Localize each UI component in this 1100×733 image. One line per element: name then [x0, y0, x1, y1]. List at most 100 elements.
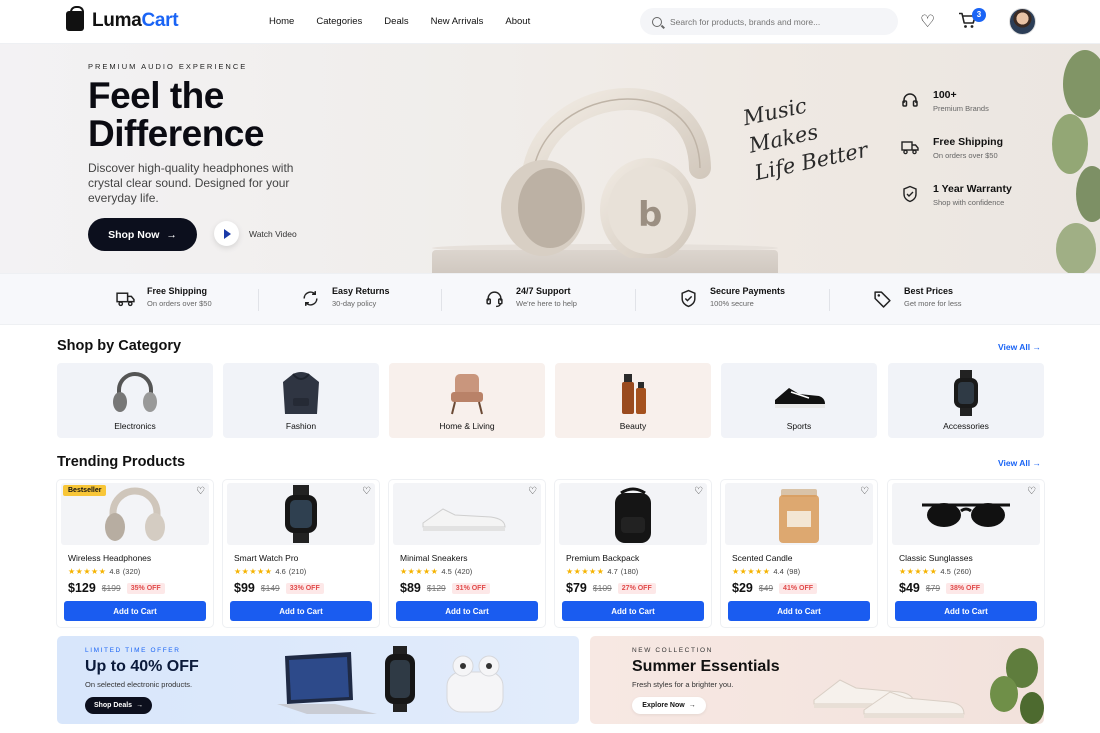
headphones-icon	[902, 93, 918, 107]
logo[interactable]: LumaCart	[66, 6, 179, 32]
add-to-cart-button[interactable]: Add to Cart	[230, 601, 372, 621]
brand-name: LumaCart	[92, 10, 179, 31]
features-strip: Free Shipping On orders over $50 Easy Ret…	[0, 273, 1100, 325]
product-card[interactable]: Bestseller ♡ Wireless Headphones ★★★★★ 4.…	[57, 480, 213, 627]
strip-secure-payments: Secure Payments 100% secure	[679, 286, 785, 308]
hero-feature-warranty: 1 Year Warranty Shop with confidence	[901, 183, 1012, 207]
product-card[interactable]: ♡ Premium Backpack ★★★★★ 4.7 (180) $79 $109…	[555, 480, 711, 627]
product-name: Wireless Headphones	[68, 553, 152, 563]
sneakers-image	[813, 648, 1044, 724]
wishlist-heart-icon[interactable]: ♡	[694, 487, 703, 497]
promo-banner-summer[interactable]: NEW COLLECTION Summer Essentials Fresh s…	[590, 636, 1044, 724]
nav-deals[interactable]: Deals	[384, 16, 408, 27]
product-image	[393, 483, 541, 545]
headphones-image: b	[501, 88, 711, 258]
watch-icon	[285, 485, 317, 543]
product-image	[227, 483, 375, 545]
product-rating: ★★★★★ 4.8 (320)	[68, 567, 141, 576]
divider	[258, 289, 259, 311]
star-rating-icon: ★★★★★	[899, 567, 938, 576]
divider	[635, 289, 636, 311]
category-section-title: Shop by Category	[57, 338, 182, 354]
category-card-fashion[interactable]: Fashion	[223, 363, 379, 438]
electronics-image	[277, 646, 504, 714]
nav-new-arrivals[interactable]: New Arrivals	[431, 16, 484, 27]
truck-icon	[116, 292, 135, 307]
product-price: $129 $199 35% OFF	[68, 581, 165, 595]
add-to-cart-button[interactable]: Add to Cart	[396, 601, 538, 621]
tag-icon	[874, 291, 891, 308]
wishlist-heart-icon[interactable]: ♡	[528, 487, 537, 497]
product-card[interactable]: ♡ Classic Sunglasses ★★★★★ 4.5 (260) $49 $7…	[888, 480, 1044, 627]
divider	[441, 289, 442, 311]
category-card-electronics[interactable]: Electronics	[57, 363, 213, 438]
star-rating-icon: ★★★★★	[400, 567, 439, 576]
support-icon	[486, 291, 503, 308]
explore-now-button[interactable]: Explore Now →	[632, 697, 706, 714]
promo-title: Up to 40% OFF	[85, 658, 199, 675]
hero-description: Discover high-quality headphones with cr…	[88, 161, 294, 205]
product-price: $49 $79 38% OFF	[899, 581, 984, 595]
svg-text:b: b	[638, 195, 662, 235]
main-nav: Home Categories Deals New Arrivals About	[269, 16, 530, 27]
add-to-cart-button[interactable]: Add to Cart	[895, 601, 1037, 621]
shopping-bag-icon	[66, 6, 84, 31]
product-card[interactable]: ♡ Smart Watch Pro ★★★★★ 4.6 (210) $99 $149 3…	[223, 480, 379, 627]
product-price: $29 $49 41% OFF	[732, 581, 817, 595]
shop-now-button[interactable]: Shop Now →	[88, 218, 197, 251]
strip-easy-returns: Easy Returns 30-day policy	[301, 286, 390, 308]
headphones-icon	[113, 372, 157, 412]
nav-home[interactable]: Home	[269, 16, 294, 27]
hero-title: Feel the Difference	[88, 75, 264, 154]
star-rating-icon: ★★★★★	[566, 567, 605, 576]
wishlist-heart-icon[interactable]: ♡	[362, 487, 371, 497]
shop-deals-button[interactable]: Shop Deals →	[85, 697, 152, 714]
product-rating: ★★★★★ 4.5 (420)	[400, 567, 473, 576]
hero-eyebrow: PREMIUM AUDIO EXPERIENCE	[88, 62, 248, 71]
wishlist-heart-icon[interactable]: ♡	[196, 487, 205, 497]
star-rating-icon: ★★★★★	[234, 567, 273, 576]
category-card-beauty[interactable]: Beauty	[555, 363, 711, 438]
product-name: Premium Backpack	[566, 553, 640, 563]
product-image	[725, 483, 873, 545]
hero-feature-shipping: Free Shipping On orders over $50	[901, 136, 1012, 160]
wishlist-heart-icon[interactable]: ♡	[920, 13, 935, 30]
product-name: Classic Sunglasses	[899, 553, 973, 563]
category-card-accessories[interactable]: Accessories	[888, 363, 1044, 438]
add-to-cart-button[interactable]: Add to Cart	[728, 601, 870, 621]
category-card-sports[interactable]: Sports	[721, 363, 877, 438]
product-rating: ★★★★★ 4.4 (98)	[732, 567, 801, 576]
cart-count-badge: 3	[972, 8, 986, 22]
hero-feature-brands: 100+ Premium Brands	[901, 89, 1012, 113]
product-price: $79 $109 27% OFF	[566, 581, 656, 595]
product-rating: ★★★★★ 4.6 (210)	[234, 567, 307, 576]
promo-banner-deals[interactable]: LIMITED TIME OFFER Up to 40% OFF On sele…	[57, 636, 579, 724]
nav-about[interactable]: About	[505, 16, 530, 27]
bestseller-badge: Bestseller	[63, 485, 107, 496]
watch-video-button[interactable]: Watch Video	[214, 221, 297, 246]
plant-decoration	[1052, 50, 1100, 273]
divider	[829, 289, 830, 311]
wishlist-heart-icon[interactable]: ♡	[1027, 487, 1036, 497]
category-card-home-living[interactable]: Home & Living	[389, 363, 545, 438]
product-image	[892, 483, 1040, 545]
add-to-cart-button[interactable]: Add to Cart	[562, 601, 704, 621]
product-rating: ★★★★★ 4.7 (180)	[566, 567, 639, 576]
categories-view-all-link[interactable]: View All →	[998, 342, 1041, 352]
sneaker-icon	[422, 508, 506, 531]
search-input[interactable]	[670, 16, 880, 27]
wishlist-heart-icon[interactable]: ♡	[860, 487, 869, 497]
promo-eyebrow: LIMITED TIME OFFER	[85, 647, 181, 654]
user-avatar[interactable]	[1009, 8, 1036, 35]
product-image	[559, 483, 707, 545]
truck-icon	[901, 141, 919, 155]
product-card[interactable]: ♡ Minimal Sneakers ★★★★★ 4.5 (420) $89 $129…	[389, 480, 545, 627]
candle-icon	[779, 489, 819, 543]
trending-view-all-link[interactable]: View All →	[998, 458, 1041, 468]
backpack-icon	[615, 487, 651, 543]
product-card[interactable]: ♡ Scented Candle ★★★★★ 4.4 (98) $29 $49 41% …	[721, 480, 877, 627]
hero-features: 100+ Premium Brands Free Shipping On order…	[901, 89, 1012, 230]
add-to-cart-button[interactable]: Add to Cart	[64, 601, 206, 621]
nav-categories[interactable]: Categories	[316, 16, 362, 27]
star-rating-icon: ★★★★★	[68, 567, 107, 576]
